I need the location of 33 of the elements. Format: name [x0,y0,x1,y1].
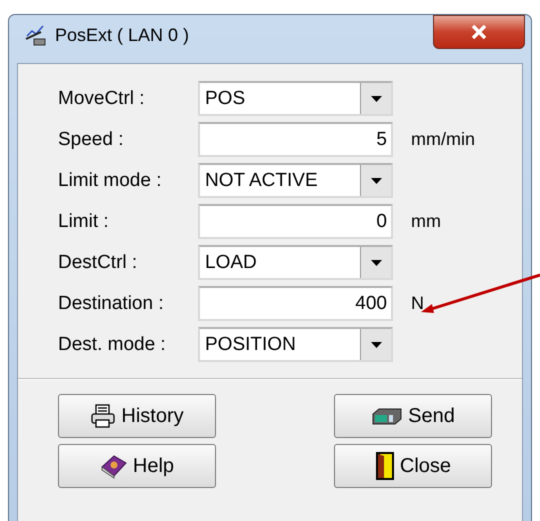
field-label: Speed : [58,128,124,150]
history-button[interactable]: History [58,394,216,438]
dropdown-arrow-icon[interactable] [370,96,382,102]
unit-label: mm [411,211,441,232]
help-button[interactable]: Help [58,444,216,488]
dropdown-field[interactable]: LOAD [198,245,393,280]
field-label: MoveCtrl : [58,88,146,110]
device-icon [371,407,404,425]
window-title: PosExt ( LAN 0 ) [55,24,190,46]
send-button[interactable]: Send [334,394,492,438]
input-field[interactable]: 0 [198,204,393,239]
input-field[interactable]: 5 [198,122,393,157]
chart-icon [25,24,47,46]
dropdown-arrow-icon[interactable] [370,178,382,184]
close-button[interactable]: Close [334,444,492,488]
field-label: Limit mode : [58,170,162,192]
dropdown-field[interactable]: NOT ACTIVE [198,163,393,198]
field-label: Dest. mode : [58,334,167,356]
input-field[interactable]: 400 [198,286,393,321]
dropdown-arrow-icon[interactable] [370,342,382,348]
field-label: DestCtrl : [58,252,138,274]
door-icon [374,451,395,481]
close-button[interactable] [433,15,525,49]
dropdown-arrow-icon[interactable] [370,260,382,266]
field-label: Destination : [58,292,165,314]
unit-label: N [411,293,424,314]
dropdown-field[interactable]: POSITION [198,327,393,362]
unit-label: mm/min [411,129,475,150]
field-label: Limit : [58,210,110,232]
book-icon [100,453,128,479]
printer-icon [90,404,116,428]
dropdown-field[interactable]: POS [198,81,393,116]
close-icon[interactable] [471,25,487,39]
